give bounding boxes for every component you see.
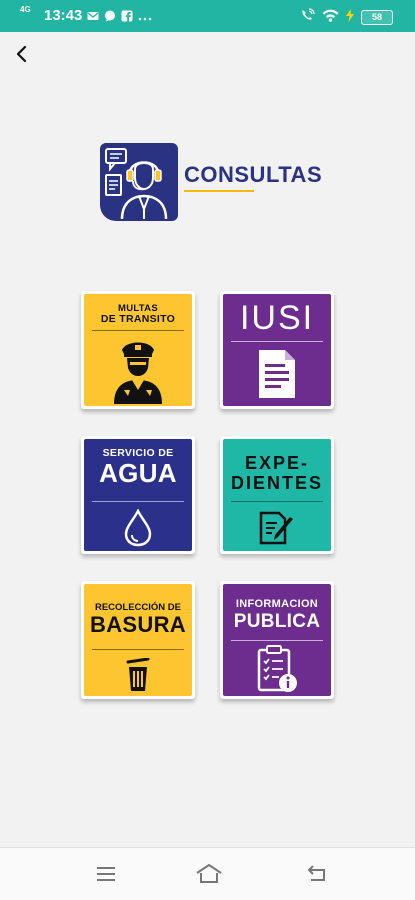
clock: 13:43 [44,7,83,24]
headset-agent-icon [105,148,168,220]
tile-label-line2: DE TRANSITO [100,313,176,325]
chat-icon [104,9,116,22]
network-type: 4G [20,5,31,14]
tile-iusi[interactable]: IUSI [220,291,334,409]
menu-icon [97,867,115,881]
system-navigation-bar [0,847,415,900]
chevron-left-icon [16,45,27,63]
wifi-icon [322,9,339,27]
trash-bin-icon [125,657,151,697]
water-drop-icon [123,508,153,552]
police-officer-icon [110,338,166,409]
document-icon [257,348,297,405]
tile-multas-de-transito[interactable]: MULTAS DE TRANSITO [81,291,195,409]
more-icon [138,9,152,21]
battery-saver-icon [345,8,355,27]
mail-icon [87,9,99,21]
home-button[interactable] [194,862,224,886]
title-underline [184,190,254,192]
tile-recoleccion-de-basura[interactable]: RECOLECCIÓN DE BASURA [81,581,195,699]
recent-apps-button[interactable] [93,862,119,886]
tile-label-line2: PUBLICA [233,611,321,632]
notification-icons [87,9,152,22]
wifi-call-icon [300,8,316,27]
page-title: CONSULTAS [184,162,323,187]
tile-expedientes[interactable]: EXPE- DIENTES [220,436,334,554]
status-bar: 4G 13:43 58 [0,0,415,32]
support-agent-logo [100,143,178,221]
facebook-icon [121,9,133,22]
back-arrow-icon [307,865,325,881]
tile-label-line2: DIENTES [230,473,323,493]
tile-servicio-de-agua[interactable]: SERVICIO DE AGUA [81,436,195,554]
back-button[interactable] [10,42,34,66]
tile-label-line1: EXPE- [244,453,310,473]
tile-label-line2: AGUA [99,458,177,488]
home-icon [196,864,222,883]
back-nav-button[interactable] [304,862,330,886]
battery-level: 58 [361,10,393,25]
tile-label-line2: BASURA [90,612,186,637]
tile-informacion-publica[interactable]: INFORMACION PUBLICA [220,581,334,699]
clipboard-info-icon [255,644,299,699]
tile-label-line1: IUSI [239,299,315,337]
edit-document-icon [257,509,297,552]
tile-label-line1: INFORMACION [235,598,319,610]
